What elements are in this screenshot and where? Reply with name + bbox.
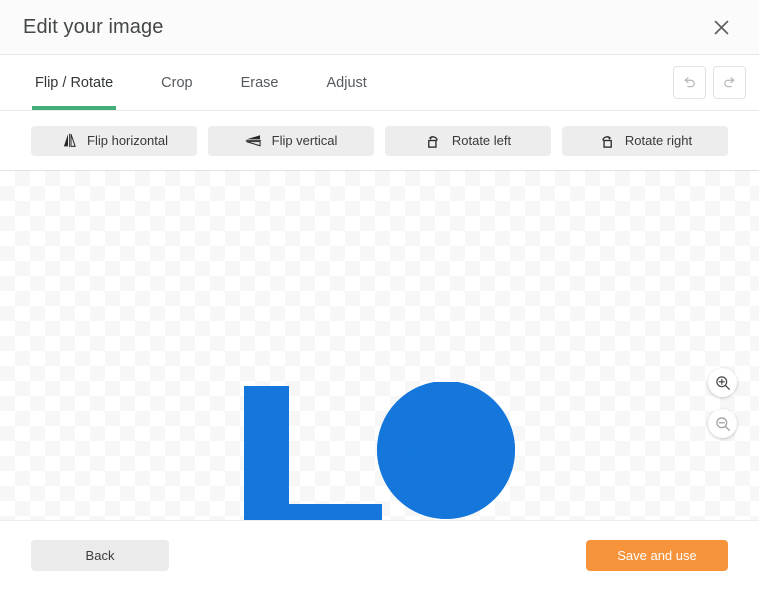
flip-rotate-toolbar: Flip horizontal Flip vertical Rotate lef…: [0, 111, 759, 171]
back-button[interactable]: Back: [31, 539, 169, 571]
logo-image: [236, 382, 520, 520]
tab-flip-rotate[interactable]: Flip / Rotate: [31, 55, 117, 110]
undo-icon: [682, 75, 697, 90]
zoom-in-button[interactable]: [708, 368, 737, 397]
flip-vertical-button[interactable]: Flip vertical: [208, 125, 374, 156]
tab-adjust[interactable]: Adjust: [325, 55, 369, 110]
redo-icon: [722, 75, 737, 90]
zoom-out-button[interactable]: [708, 409, 737, 438]
tool-label: Flip horizontal: [87, 133, 168, 148]
image-editor-dialog: Edit your image Flip / Rotate Crop Erase…: [0, 0, 759, 589]
tab-list: Flip / Rotate Crop Erase Adjust: [0, 55, 673, 110]
tab-crop[interactable]: Crop: [159, 55, 194, 110]
rotate-left-icon: [425, 132, 443, 150]
zoom-controls: [708, 368, 737, 438]
tab-label: Crop: [161, 74, 193, 91]
history-controls: [673, 55, 746, 110]
dialog-footer: Back Save and use: [0, 520, 759, 589]
tab-erase[interactable]: Erase: [239, 55, 281, 110]
tab-label: Flip / Rotate: [35, 74, 114, 91]
close-icon[interactable]: [706, 12, 736, 42]
image-canvas[interactable]: [0, 171, 759, 520]
rotate-right-icon: [598, 132, 616, 150]
rotate-right-button[interactable]: Rotate right: [562, 125, 728, 156]
flip-vertical-icon: [245, 132, 263, 150]
rotate-left-button[interactable]: Rotate left: [385, 125, 551, 156]
zoom-in-icon: [715, 375, 731, 391]
editor-tabbar: Flip / Rotate Crop Erase Adjust: [0, 55, 759, 111]
flip-horizontal-button[interactable]: Flip horizontal: [31, 125, 197, 156]
zoom-out-icon: [715, 416, 731, 432]
tool-label: Flip vertical: [271, 133, 338, 148]
dialog-header: Edit your image: [0, 0, 759, 55]
flip-horizontal-icon: [60, 132, 78, 150]
tab-label: Adjust: [326, 74, 367, 91]
redo-button[interactable]: [713, 66, 746, 99]
tool-label: Rotate right: [624, 133, 693, 148]
tab-label: Erase: [240, 74, 279, 91]
page-title: Edit your image: [23, 15, 164, 38]
undo-button[interactable]: [673, 66, 706, 99]
tool-label: Rotate left: [451, 133, 512, 148]
save-and-use-button[interactable]: Save and use: [586, 539, 728, 571]
